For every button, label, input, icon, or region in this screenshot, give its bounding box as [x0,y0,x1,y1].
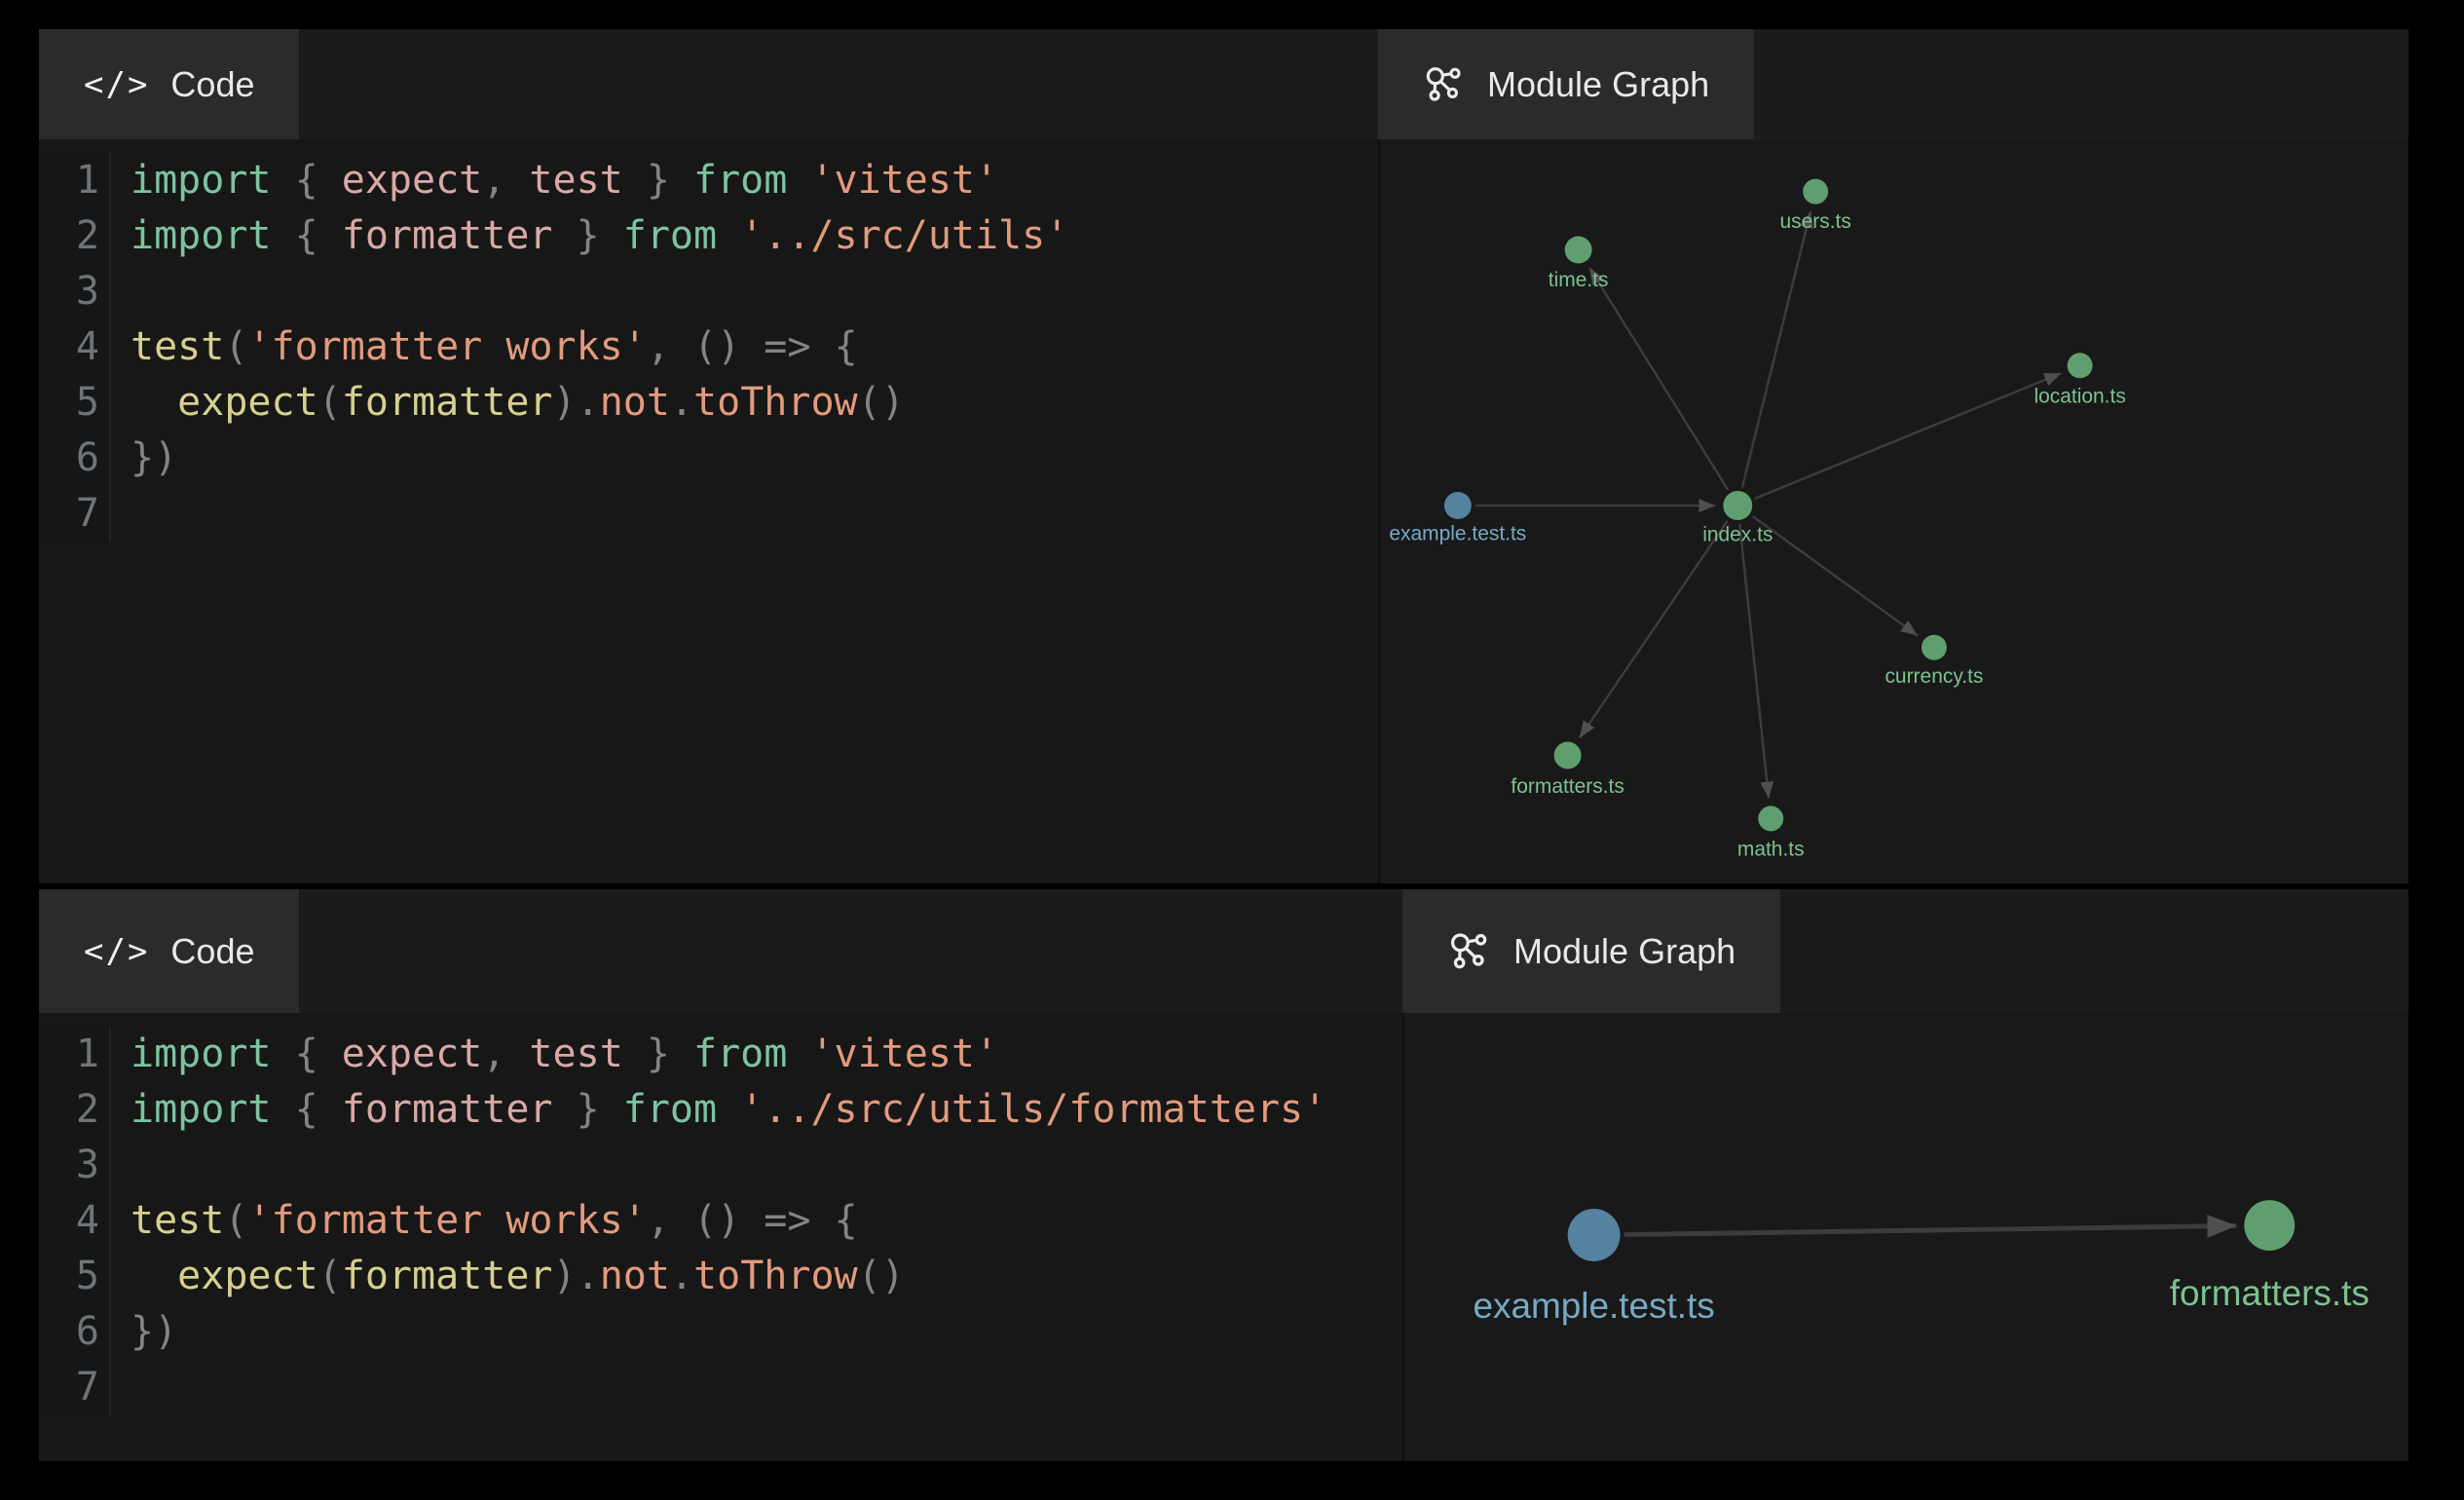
code-line: 4test('formatter works', () => { [39,319,1378,375]
code-line: 7 [39,1360,1402,1415]
graph-node-currency.ts[interactable] [1922,635,1947,660]
tab-bar-top: </> Code Module Graph [39,29,2408,139]
graph-node-label: users.ts [1779,210,1850,233]
tab-module-graph-label: Module Graph [1513,931,1736,972]
graph-node-label: index.ts [1702,523,1773,545]
tab-code-bottom[interactable]: </> Code [39,889,299,1013]
module-graph-icon [1447,929,1492,974]
code-line: 1import { expect, test } from 'vitest' [39,1027,1402,1082]
line-number: 4 [39,319,111,375]
code-line: 7 [39,486,1378,542]
module-graph-icon [1423,63,1466,106]
graph-node-example.test.ts[interactable] [1444,492,1472,519]
code-line: 6}) [39,431,1378,486]
line-number: 1 [39,1027,111,1082]
graph-node-label: currency.ts [1885,665,1983,688]
screenshot-bottom: </> Code Module Graph 1import { expect, … [39,889,2408,1461]
line-number: 4 [39,1193,111,1249]
graph-node-time.ts[interactable] [1565,237,1592,264]
code-line: 5 expect(formatter).not.toThrow() [39,375,1378,431]
module-graph-pane-top[interactable]: example.test.ts index.ts time.ts users.ts lo… [1378,139,2408,883]
graph-node-label: location.ts [2034,386,2125,408]
graph-edge [1624,1226,2237,1235]
tab-code-top[interactable]: </> Code [39,29,299,139]
code-line: 2import { formatter } from '../src/utils… [39,1082,1402,1138]
line-number: 3 [39,264,111,319]
screenshot-top: </> Code Module Graph 1import { expect, … [39,29,2408,883]
graph-node-label: math.ts [1737,839,1805,861]
graph-node-label: formatters.ts [1511,775,1624,798]
tab-module-graph-label: Module Graph [1487,64,1709,105]
line-number: 7 [39,1360,111,1415]
graph-node-formatters.ts[interactable] [2244,1200,2295,1251]
line-number: 5 [39,1249,111,1304]
code-line: 5 expect(formatter).not.toThrow() [39,1249,1402,1304]
code-line: 4test('formatter works', () => { [39,1193,1402,1249]
graph-node-label: example.test.ts [1389,522,1526,544]
graph-node-label: formatters.ts [2170,1273,2370,1313]
graph-node-location.ts[interactable] [2068,353,2093,378]
code-line: 3 [39,264,1378,319]
line-number: 3 [39,1138,111,1193]
graph-edge [1755,373,2061,499]
line-number: 1 [39,153,111,208]
graph-node-index.ts[interactable] [1723,491,1752,520]
graph-node-label: time.ts [1549,269,1609,291]
code-icon: </> [84,65,149,104]
graph-edge [1589,268,1728,490]
code-line: 2import { formatter } from '../src/utils… [39,208,1378,264]
line-number: 6 [39,431,111,486]
graph-node-formatters.ts[interactable] [1554,742,1582,769]
graph-edge [1742,211,1811,488]
graph-edge [1580,521,1728,738]
graph-edge [1739,524,1769,799]
code-line: 6}) [39,1304,1402,1360]
line-number: 5 [39,375,111,431]
graph-edge [1753,516,1918,635]
line-number: 2 [39,1082,111,1138]
line-number: 2 [39,208,111,264]
graph-node-example.test.ts[interactable] [1568,1209,1621,1261]
graph-node-users.ts[interactable] [1803,179,1828,205]
graph-node-math.ts[interactable] [1758,806,1783,831]
code-line: 1import { expect, test } from 'vitest' [39,153,1378,208]
line-number: 6 [39,1304,111,1360]
line-number: 7 [39,486,111,542]
code-editor-top[interactable]: 1import { expect, test } from 'vitest'2i… [39,139,1378,883]
tab-code-label: Code [170,64,254,105]
code-icon: </> [84,932,149,971]
tab-module-graph-bottom[interactable]: Module Graph [1402,889,1780,1013]
tab-code-label: Code [170,931,254,972]
graph-node-label: example.test.ts [1474,1286,1715,1326]
tab-module-graph-top[interactable]: Module Graph [1378,29,1754,139]
module-graph-pane-bottom[interactable]: example.test.ts formatters.ts [1402,1013,2408,1461]
code-line: 3 [39,1138,1402,1193]
tab-bar-bottom: </> Code Module Graph [39,889,2408,1013]
code-editor-bottom[interactable]: 1import { expect, test } from 'vitest'2i… [39,1013,1402,1461]
